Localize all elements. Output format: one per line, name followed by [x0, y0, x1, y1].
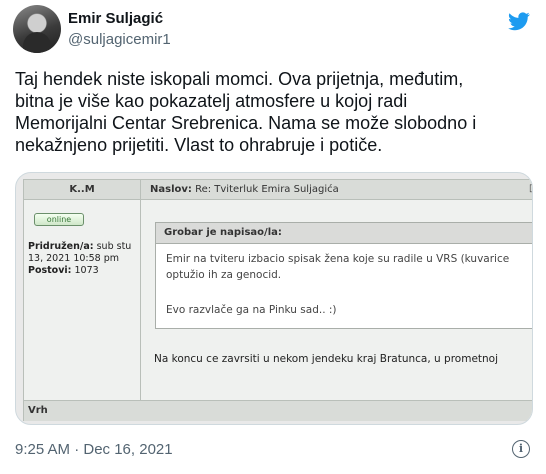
- tweet-media-image[interactable]: K..M Naslov: Re: Tviterluk Emira Suljagi…: [15, 172, 533, 425]
- tweet-text-line: Taj hendek niste iskopali momci. Ova pri…: [15, 69, 464, 89]
- forum-footer-row: Vrh: [24, 400, 532, 421]
- forum-subject-label: Naslov:: [150, 184, 192, 195]
- author-name[interactable]: Emir Suljagić: [68, 10, 163, 27]
- avatar-figure: [23, 32, 51, 53]
- quote-line: optužio ih za genocid.: [166, 269, 282, 281]
- quote-box: Grobar je napisao/la: Emir na tviteru iz…: [155, 222, 532, 329]
- author-handle[interactable]: @suljagicemir1: [68, 31, 171, 48]
- posts-label: Postovi:: [28, 265, 72, 276]
- forum-post-icon: □Po: [529, 183, 532, 194]
- quote-line: Emir na tviteru izbacio spisak žena koje…: [166, 253, 510, 265]
- back-to-top-link: Vrh: [28, 405, 48, 416]
- forum-subject-value: Re: Tviterluk Emira Suljagića: [195, 184, 339, 195]
- joined-value-cont: 13, 2021 10:58 pm: [28, 253, 120, 264]
- tweet-text-line: bitna je više kao pokazatelj atmosfere u…: [15, 91, 408, 111]
- column-divider: [140, 180, 141, 420]
- avatar[interactable]: [13, 5, 61, 53]
- reply-text: Na koncu ce zavrsiti u nekom jendeku kra…: [154, 353, 499, 365]
- forum-author-name: K..M: [69, 184, 95, 195]
- forum-subject: Naslov: Re: Tviterluk Emira Suljagića: [150, 184, 339, 195]
- tweet-text: Taj hendek niste iskopali momci. Ova pri…: [15, 68, 535, 156]
- tweet-text-line: nekažnjeno prijetiti. Vlast to ohrabruje…: [15, 135, 383, 155]
- forum-screenshot: K..M Naslov: Re: Tviterluk Emira Suljagi…: [23, 179, 532, 421]
- forum-header-row: K..M Naslov: Re: Tviterluk Emira Suljagi…: [24, 180, 532, 200]
- tweet-text-line: Memorijalni Centar Srebrenica. Nama se m…: [15, 113, 477, 133]
- joined-value: sub stu: [96, 241, 132, 252]
- twitter-bird-icon[interactable]: [506, 10, 532, 32]
- joined-label: Pridružen/a:: [28, 241, 94, 252]
- tweet-timestamp[interactable]: 9:25 AM · Dec 16, 2021: [15, 441, 173, 458]
- forum-user-meta: Pridružen/a: sub stu 13, 2021 10:58 pm P…: [28, 241, 138, 277]
- posts-value: 1073: [74, 265, 99, 276]
- info-icon[interactable]: i: [512, 440, 530, 458]
- quote-header: Grobar je napisao/la:: [156, 223, 532, 244]
- online-badge: online: [34, 213, 84, 226]
- quote-line: Evo razvlače ga na Pinku sad.. :): [166, 304, 337, 316]
